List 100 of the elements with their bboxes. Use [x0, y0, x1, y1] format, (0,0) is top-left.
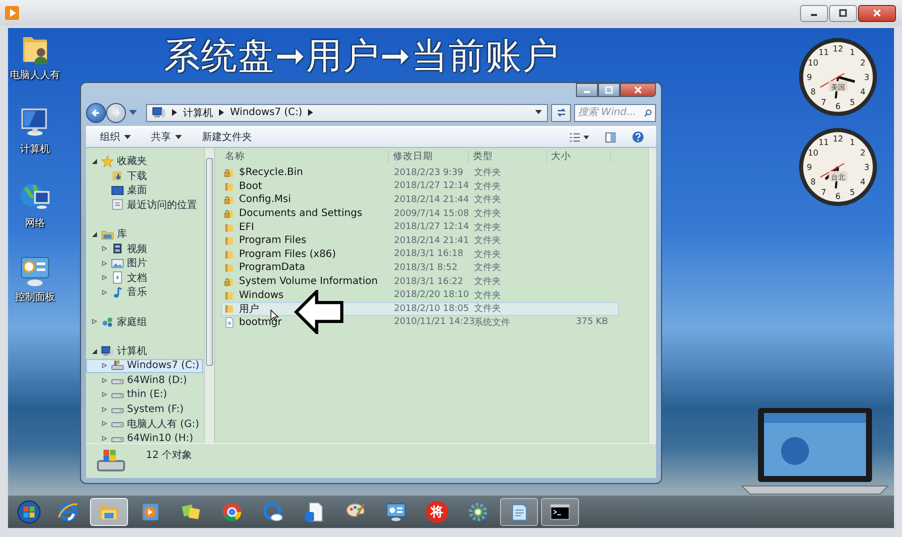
maximize-button[interactable] [598, 83, 620, 97]
type-cell-text: 文件夹 [473, 194, 502, 206]
column-header[interactable]: 大小 [547, 150, 611, 162]
navigation-item[interactable]: 64Win10 (H:) [86, 431, 203, 443]
collapsed-arrow-icon[interactable] [102, 421, 107, 426]
collapsed-arrow-icon[interactable] [102, 290, 107, 295]
history-dropdown-icon[interactable] [129, 110, 137, 116]
file-row[interactable]: $Recycle.Bin 2018/2/23 9:39 文件夹 [221, 166, 619, 180]
navigation-item[interactable]: thin (E:) [86, 388, 203, 402]
navigation-item[interactable]: Windows7 (C:) [86, 358, 203, 373]
type-cell-text: 文件夹 [473, 180, 502, 193]
file-row[interactable]: Documents and Settings 2009/7/14 15:08 文件夹 [221, 206, 619, 220]
file-row[interactable]: EFI 2018/1/27 12:14 文件夹 [221, 220, 619, 234]
navigation-item[interactable]: System (F:) [86, 402, 203, 416]
desktop-icon-label[interactable]: 电脑人人有 [10, 68, 60, 82]
navigation-item[interactable]: 文档 [86, 270, 203, 285]
chess-piece-icon: 将 [426, 501, 448, 523]
toolbar-button[interactable]: 新建文件夹 [194, 128, 260, 146]
taskbar-button[interactable]: 将 [418, 498, 456, 526]
navigation-item[interactable]: 视频 [86, 242, 203, 256]
breadcrumb-arrow-icon[interactable] [172, 109, 177, 116]
search-field[interactable]: 搜索 Wind... [574, 104, 656, 122]
column-header[interactable]: 类型 [469, 150, 547, 162]
collapsed-arrow-icon[interactable] [102, 378, 107, 383]
date-cell-text: 2018/2/23 9:39 [393, 168, 464, 178]
scrollbar-thumb[interactable] [206, 158, 213, 366]
toolbar-button[interactable]: 共享 [143, 128, 190, 146]
column-header[interactable]: 修改日期 [389, 150, 469, 162]
dropdown-arrow-icon[interactable] [535, 110, 542, 115]
navigation-item[interactable]: 64Win8 (D:) [86, 373, 203, 388]
close-icon [633, 86, 643, 94]
file-row[interactable]: Program Files (x86) 2018/3/1 16:18 文件夹 [221, 248, 619, 262]
control-panel-icon[interactable] [18, 254, 52, 288]
colored-circle-icon [221, 501, 243, 523]
collapsed-arrow-icon[interactable] [102, 260, 107, 266]
collapsed-arrow-icon[interactable] [102, 246, 107, 252]
minimize-button[interactable] [576, 83, 598, 97]
date-cell-text: 2018/3/1 16:18 [393, 249, 464, 260]
collapsed-arrow-icon[interactable] [92, 319, 97, 324]
navigation-item[interactable]: 最近访问的位置 [86, 198, 203, 212]
breadcrumb-arrow-icon[interactable] [308, 109, 314, 116]
collapsed-arrow-icon[interactable] [102, 392, 107, 398]
gear-icon [467, 501, 489, 523]
expanded-arrow-icon[interactable] [92, 348, 97, 354]
file-name: Program Files (x86) [239, 248, 336, 260]
file-row[interactable]: ProgramData 2018/3/1 8:52 文件夹 [221, 261, 619, 275]
navigation-item[interactable]: 收藏夹 [86, 154, 203, 168]
date-cell-text: 2018/2/14 21:41 [393, 236, 470, 246]
collapsed-arrow-icon[interactable] [102, 363, 107, 368]
navigation-item[interactable]: 库 [86, 227, 203, 242]
desktop-icon-label[interactable]: 计算机 [20, 142, 50, 156]
preview-pane-icon [605, 132, 616, 142]
arrow-annotation [294, 290, 344, 334]
file-row[interactable]: bootmgr 2010/11/21 14:23系统文件 375 KB [221, 316, 619, 330]
refresh-button[interactable] [551, 104, 571, 122]
expanded-arrow-icon[interactable] [92, 158, 97, 164]
type-cell-text: 文件夹 [473, 222, 502, 234]
back-button[interactable] [86, 102, 106, 122]
navigation-item[interactable]: 下载 [86, 168, 203, 183]
type-cell-text: 文件夹 [473, 302, 502, 316]
file-row[interactable]: Config.Msi 2018/2/14 21:44 文件夹 [221, 193, 619, 207]
computer-icon [101, 344, 114, 358]
navigation-item[interactable]: 图片 [86, 256, 203, 270]
forward-button[interactable] [106, 102, 126, 122]
desktop-icon-label[interactable]: 网络 [25, 216, 45, 230]
locked-folder-icon [224, 194, 235, 206]
navigation-item[interactable]: 家庭组 [86, 314, 203, 329]
column-header[interactable]: 名称 [221, 150, 389, 162]
scrollbar[interactable] [204, 148, 214, 443]
collapsed-arrow-icon[interactable] [102, 275, 107, 280]
scrollbar[interactable] [648, 148, 656, 443]
collapsed-arrow-icon[interactable] [102, 436, 107, 441]
expanded-arrow-icon[interactable] [92, 232, 97, 237]
file-row[interactable]: System Volume Information 2018/3/1 16:22 文件夹 [221, 274, 619, 288]
type-cell-text: 文件夹 [473, 248, 502, 261]
toolbar-button[interactable]: 组织 [92, 128, 139, 146]
breadcrumb-item[interactable]: Windows7 (C:) [230, 107, 302, 118]
maximize-button[interactable] [829, 4, 857, 22]
collapsed-arrow-icon[interactable] [102, 406, 107, 412]
close-button[interactable] [858, 4, 896, 22]
music-note-icon [111, 286, 124, 299]
address-bar[interactable]: 计算机 Windows7 (C:) [146, 104, 548, 122]
file-row[interactable]: Boot 2018/1/27 12:14 文件夹 [221, 180, 619, 194]
close-button[interactable] [620, 83, 656, 97]
file-row[interactable]: Windows 2018/2/20 18:10 文件夹 [221, 288, 619, 302]
navigation-item[interactable]: 桌面 [86, 183, 203, 198]
refresh-icon [556, 107, 566, 118]
minimize-button[interactable] [800, 4, 828, 22]
taskbar-button[interactable] [541, 498, 579, 526]
locked-folder-icon [224, 276, 235, 288]
help-icon [632, 131, 644, 143]
file-row[interactable]: Program Files 2018/2/14 21:41 文件夹 [221, 234, 619, 248]
navigation-item[interactable]: 音乐 [86, 285, 203, 300]
navigation-item[interactable]: 计算机 [86, 344, 203, 358]
breadcrumb-item[interactable]: 计算机 [183, 106, 213, 120]
navigation-item[interactable]: 电脑人人有 (G:) [86, 416, 203, 431]
breadcrumb-arrow-icon[interactable] [219, 109, 224, 116]
folder-icon [224, 303, 235, 314]
file-name: Program Files [239, 235, 306, 246]
search-icon [644, 108, 652, 118]
